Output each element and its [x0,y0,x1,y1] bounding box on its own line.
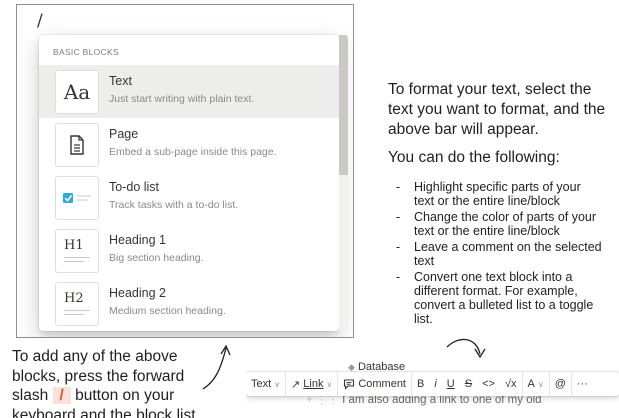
menu-item-description: Just start writing with plain text. [109,93,255,105]
formatting-instructions: To format your text, select the text you… [388,80,619,328]
turn-into-button[interactable]: Text ∨ [246,372,285,396]
underline-button[interactable]: U [442,372,460,396]
menu-item-description: Embed a sub-page inside this page. [109,146,277,158]
menu-item-text[interactable]: Aa Text Just start writing with plain te… [39,65,339,118]
chevron-down-icon: ∨ [274,379,281,389]
chevron-down-icon: ∨ [326,379,333,389]
chevron-down-icon: ∨ [537,379,544,389]
bold-button[interactable]: B [412,372,429,396]
menu-item-page[interactable]: Page Embed a sub-page inside this page. [39,118,339,171]
text-color-button[interactable]: A ∨ [523,372,549,396]
list-item: Highlight specific parts of yourtext or … [388,180,619,208]
comment-button[interactable]: Comment [338,372,411,396]
arrow-down-to-toolbar-icon [446,338,486,359]
typed-slash: / [37,11,43,31]
menu-scrollbar[interactable] [339,35,348,331]
menu-item-title: Heading 2 [109,286,166,300]
menu-item-description: Track tasks with a to-do list. [109,199,239,211]
list-item: Change the color of parts of yourtext or… [388,210,619,238]
list-item: Convert one text block into adifferent f… [388,270,619,326]
slash-menu-screenshot: / BASIC BLOCKS Aa Text Just start writin… [16,4,354,338]
strikethrough-button[interactable]: S [460,372,477,396]
formatting-toolbar: Text ∨ ↗ Link ∨ Comment B i U S <> √x A ∨ @ … [246,372,619,396]
heading-1-icon: H1 [55,228,99,273]
link-button[interactable]: ↗ Link ∨ [286,372,337,396]
menu-item-heading-1[interactable]: H1 Heading 1 Big section heading. [39,224,339,277]
menu-item-description: Big section heading. [109,252,204,264]
italic-button[interactable]: i [429,372,441,396]
arrow-up-right-icon: ↗ [291,378,301,391]
menu-item-description: Medium section heading. [109,305,226,317]
page-icon [55,122,99,167]
menu-item-title: Page [109,127,139,141]
formatting-toolbar-screenshot: ◆ Database + ⋮⋮ I am also adding a link … [246,362,619,418]
menu-item-title: Heading 1 [109,233,166,247]
menu-item-todo[interactable]: To-do list Track tasks with a to-do list… [39,171,339,224]
menu-scrollbar-thumb[interactable] [339,35,348,175]
text-aa-icon: Aa [55,69,99,114]
equation-button[interactable]: √x [500,372,522,396]
menu-item-title: Text [109,74,132,88]
menu-section-label: BASIC BLOCKS [53,47,119,57]
todo-checkbox-icon [55,175,99,220]
more-options-button[interactable]: ··· [572,372,593,396]
heading-2-icon: H2 [55,281,99,326]
menu-item-heading-2[interactable]: H2 Heading 2 Medium section heading. [39,277,339,330]
database-icon: ◆ [348,362,355,372]
more-icon: ··· [576,378,588,390]
list-item: Leave a comment on the selectedtext [388,240,619,268]
code-button[interactable]: <> [477,372,500,396]
instructions-paragraph: To format your text, select the text you… [388,81,606,138]
instructions-list: Highlight specific parts of yourtext or … [388,180,619,326]
mention-button[interactable]: @ [550,372,571,396]
slash-command-note: To add any of the above blocks, press th… [12,348,196,418]
menu-item-title: To-do list [109,180,160,194]
comment-icon [344,378,355,390]
instructions-subheading: You can do the following: [388,149,560,166]
slash-key-chip: / [52,387,71,404]
block-menu: BASIC BLOCKS Aa Text Just start writing … [39,35,339,331]
